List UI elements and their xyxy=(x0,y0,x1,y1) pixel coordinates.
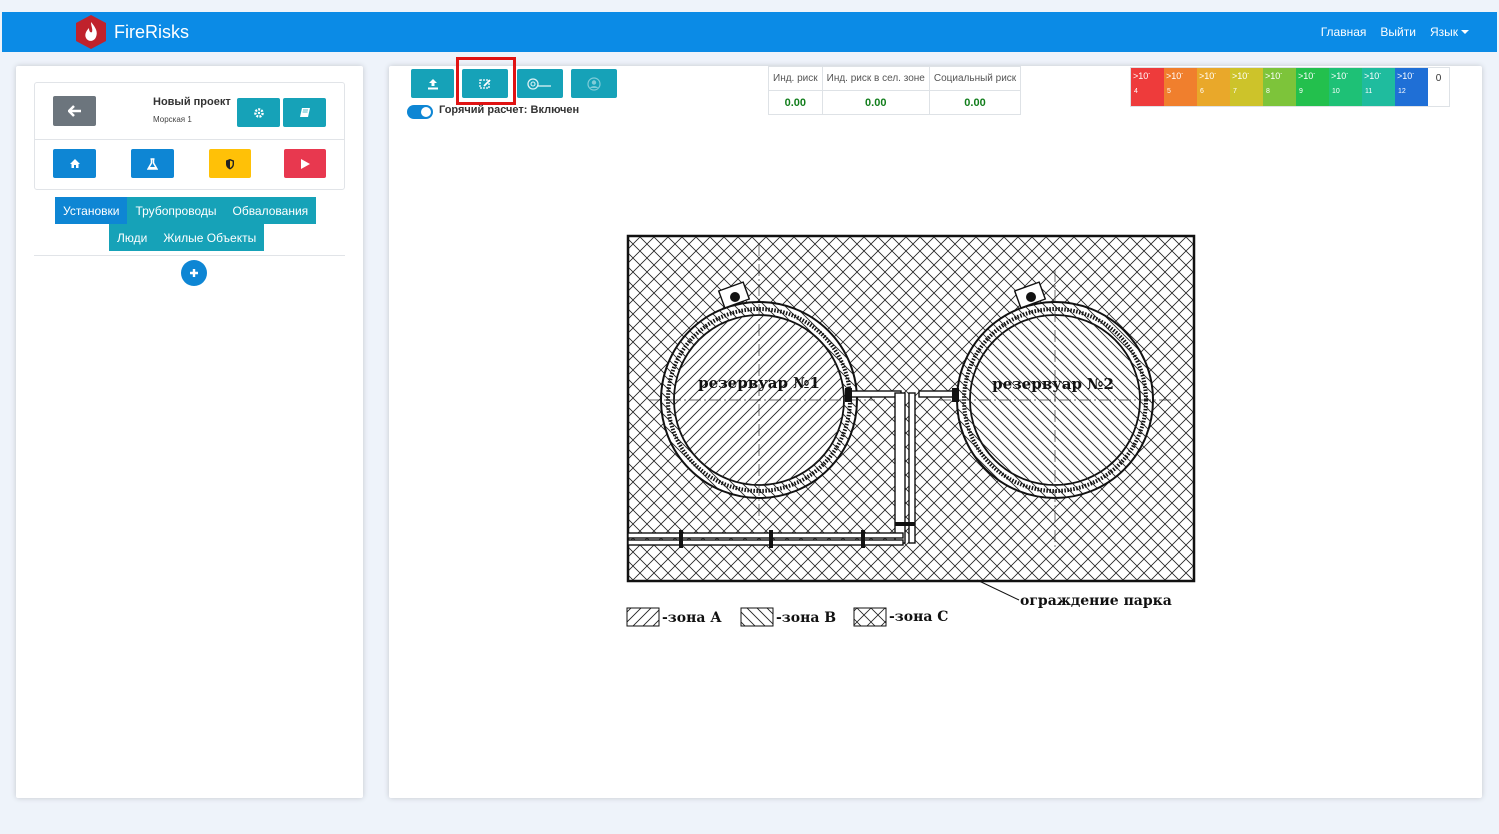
hot-calc-label: Горячий расчет: Включен xyxy=(439,104,580,116)
language-label: Язык xyxy=(1429,25,1458,39)
shield-icon xyxy=(226,158,234,169)
risk-scale-label: >10 xyxy=(1199,71,1215,81)
firerisks-logo-icon xyxy=(76,15,106,49)
zone-b-label: -зона В xyxy=(776,610,836,626)
risk-scale-exponent: 12 xyxy=(1398,88,1406,95)
tab-pipelines[interactable]: Трубопроводы xyxy=(127,197,225,224)
zone-a-swatch xyxy=(626,607,660,627)
risk-scale-exponent: 9 xyxy=(1299,88,1303,95)
person-tool-button[interactable] xyxy=(571,69,617,98)
risk-scale-label: >10 xyxy=(1331,71,1347,81)
risk-table: Инд. риск Инд. риск в сел. зоне Социальн… xyxy=(768,66,1022,115)
gear-icon xyxy=(253,107,264,118)
chevron-down-icon xyxy=(1461,30,1469,34)
risk-scale-cell: >10- 10 xyxy=(1329,68,1362,106)
pipe-icon xyxy=(527,77,551,90)
zone-a-label: -зона А xyxy=(662,610,722,626)
risk-scale-exponent: 5 xyxy=(1167,88,1171,95)
risk-scale-cell: >10- 7 xyxy=(1230,68,1263,106)
risk-scale-cell: >10- 5 xyxy=(1164,68,1197,106)
risk-scale-exponent: 6 xyxy=(1200,88,1204,95)
flask-button[interactable] xyxy=(131,149,174,178)
risk-scale-label: >10 xyxy=(1166,71,1182,81)
home-button[interactable] xyxy=(53,149,96,178)
zone-c-swatch xyxy=(853,607,887,627)
risk-value-social: 0.00 xyxy=(928,90,1022,115)
tank-1-label: резервуар №1 xyxy=(698,374,820,392)
nav-language-dropdown[interactable]: Язык xyxy=(1430,25,1469,39)
risk-scale-cell: >10- 12 xyxy=(1395,68,1428,106)
risk-scale-cell: >10- 8 xyxy=(1263,68,1296,106)
add-button[interactable] xyxy=(181,260,207,286)
arrow-left-icon xyxy=(67,105,81,117)
book-button[interactable] xyxy=(283,98,326,127)
home-icon xyxy=(69,159,80,168)
sidebar-divider xyxy=(34,255,345,256)
left-sidebar-panel: Новый проект Морская 1 Установки Трубопр… xyxy=(16,66,363,798)
hot-calc-toggle[interactable] xyxy=(407,105,433,119)
tank-2-label: резервуар №2 xyxy=(992,375,1114,393)
main-panel: Горячий расчет: Включен Инд. риск Инд. р… xyxy=(389,57,1482,798)
back-button[interactable] xyxy=(53,96,96,126)
risk-scale-label: >10 xyxy=(1133,71,1149,81)
settings-button[interactable] xyxy=(237,98,280,127)
risk-scale-cell: >10- 6 xyxy=(1197,68,1230,106)
risk-scale-zero: 0 xyxy=(1428,68,1449,106)
risk-header-settlement: Инд. риск в сел. зоне xyxy=(821,66,930,91)
risk-scale-exponent: 7 xyxy=(1233,88,1237,95)
risk-value-settlement: 0.00 xyxy=(821,90,930,115)
nav-home-link[interactable]: Главная xyxy=(1321,25,1367,39)
top-navbar: FireRisks Главная Выйти Язык xyxy=(2,12,1497,52)
upload-icon xyxy=(427,78,438,89)
tab-people[interactable]: Люди xyxy=(109,224,156,251)
risk-scale-exponent: 4 xyxy=(1134,88,1138,95)
project-card: Новый проект Морская 1 xyxy=(34,82,345,190)
shield-button[interactable] xyxy=(209,149,251,178)
risk-scale-label: >10 xyxy=(1298,71,1314,81)
zone-b-swatch xyxy=(740,607,774,627)
project-name: Новый проект xyxy=(153,96,231,108)
risk-scale-cell: >10- 4 xyxy=(1131,68,1164,106)
tank-park-drawing: резервуар №1 резервуар №2 ограждение пар… xyxy=(626,234,1196,627)
risk-scale-exponent: 11 xyxy=(1365,88,1373,95)
upload-button[interactable] xyxy=(411,69,454,98)
card-divider xyxy=(35,139,344,140)
project-subtitle: Морская 1 xyxy=(153,115,192,124)
risk-scale-cell: >10- 9 xyxy=(1296,68,1329,106)
book-icon xyxy=(299,108,310,117)
risk-header-social: Социальный риск xyxy=(928,66,1022,91)
risk-value-individual: 0.00 xyxy=(768,90,823,115)
tab-embankments[interactable]: Обвалования xyxy=(224,197,317,224)
risk-scale-cell: >10- 11 xyxy=(1362,68,1395,106)
risk-header-individual: Инд. риск xyxy=(768,66,823,91)
risk-color-scale: >10- 4 >10- 5 >10- 6 >10- 7 >10- 8 >10- 9 >10- 10 >10-… xyxy=(1130,67,1450,107)
tab-installations[interactable]: Установки xyxy=(55,197,128,224)
risk-scale-exponent: 10 xyxy=(1332,88,1340,95)
brand[interactable]: FireRisks xyxy=(74,14,189,50)
highlight-box xyxy=(456,57,516,105)
fence-label: ограждение парка xyxy=(1020,593,1172,609)
risk-scale-label: >10 xyxy=(1397,71,1413,81)
brand-name: FireRisks xyxy=(114,21,189,42)
user-circle-icon xyxy=(587,76,601,91)
plus-icon xyxy=(190,269,198,277)
flask-icon xyxy=(147,157,158,170)
tabs-row-2: Люди Жилые Объекты xyxy=(109,224,265,251)
risk-scale-label: >10 xyxy=(1265,71,1281,81)
play-icon xyxy=(300,158,310,169)
risk-scale-label: >10 xyxy=(1364,71,1380,81)
nav-logout-link[interactable]: Выйти xyxy=(1380,25,1416,39)
zone-c-label: -зона С xyxy=(889,609,948,625)
risk-scale-exponent: 8 xyxy=(1266,88,1270,95)
tab-residential[interactable]: Жилые Объекты xyxy=(155,224,265,251)
pipe-tool-button[interactable] xyxy=(517,69,563,98)
play-button[interactable] xyxy=(284,149,326,178)
tabs-row-1: Установки Трубопроводы Обвалования xyxy=(55,197,317,224)
risk-scale-label: >10 xyxy=(1232,71,1248,81)
